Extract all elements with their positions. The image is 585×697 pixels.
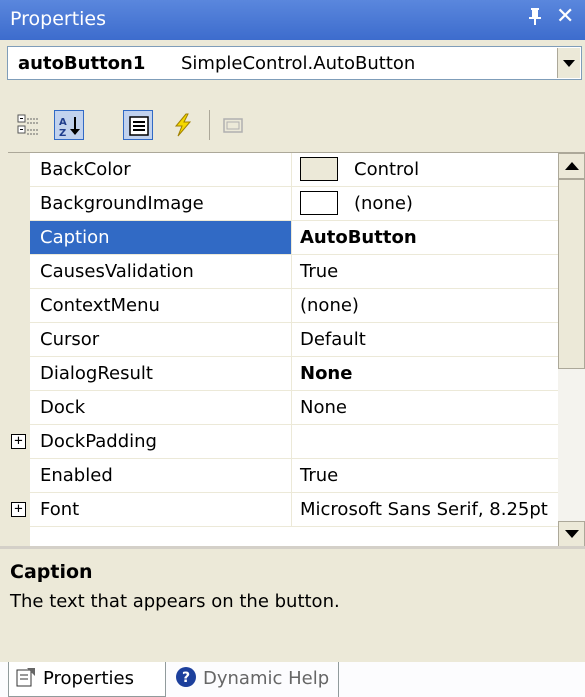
object-selector[interactable]: autoButton1 SimpleControl.AutoButton	[7, 46, 582, 80]
svg-text:Z: Z	[59, 128, 66, 138]
scroll-thumb[interactable]	[558, 179, 585, 369]
property-value-text: None	[300, 397, 347, 418]
property-value[interactable]: True	[292, 255, 558, 289]
property-name[interactable]: BackColor	[30, 153, 292, 187]
property-pages-icon[interactable]	[218, 110, 248, 140]
property-row[interactable]: Cursor Default	[8, 323, 558, 357]
property-value[interactable]: True	[292, 459, 558, 493]
svg-text:?: ?	[182, 670, 190, 686]
categorized-icon[interactable]	[14, 110, 44, 140]
property-value[interactable]	[292, 425, 558, 459]
events-icon[interactable]	[168, 110, 198, 140]
pin-icon[interactable]	[527, 6, 543, 31]
property-name[interactable]: CausesValidation	[30, 255, 292, 289]
title-bar: Properties ✕	[0, 0, 585, 40]
scroll-up-icon[interactable]	[558, 153, 585, 179]
property-row[interactable]: DialogResult None	[8, 357, 558, 391]
property-value[interactable]: (none)	[292, 187, 558, 221]
property-name[interactable]: DockPadding	[30, 425, 292, 459]
property-row[interactable]: Dock None	[8, 391, 558, 425]
window-title: Properties	[10, 8, 107, 30]
property-row[interactable]: BackgroundImage (none)	[8, 187, 558, 221]
color-swatch	[300, 156, 338, 181]
toolbar: A Z	[0, 84, 585, 152]
property-name[interactable]: DialogResult	[30, 357, 292, 391]
properties-tab-icon	[16, 668, 35, 687]
property-value[interactable]: (none)	[292, 289, 558, 323]
tab-strip: Properties ? Dynamic Help	[0, 662, 585, 697]
property-value-text: AutoButton	[300, 227, 417, 248]
property-value[interactable]: None	[292, 357, 558, 391]
property-name[interactable]: BackgroundImage	[30, 187, 292, 221]
property-name[interactable]: ContextMenu	[30, 289, 292, 323]
property-value-text: (none)	[354, 193, 413, 214]
property-value[interactable]: AutoButton	[292, 221, 558, 255]
tab-dynamic-help[interactable]: ? Dynamic Help	[169, 662, 339, 697]
property-value-text: True	[300, 261, 339, 282]
property-row[interactable]: ContextMenu (none)	[8, 289, 558, 323]
property-value[interactable]: Default	[292, 323, 558, 357]
property-row[interactable]: CausesValidation True	[8, 255, 558, 289]
tab-label: Properties	[43, 668, 134, 689]
help-icon: ?	[176, 667, 196, 687]
alphabetical-icon[interactable]: A Z	[54, 110, 84, 140]
tab-label: Dynamic Help	[203, 668, 330, 689]
object-name: autoButton1	[18, 53, 146, 74]
property-name[interactable]: Cursor	[30, 323, 292, 357]
scroll-down-icon[interactable]	[558, 521, 585, 547]
tab-properties[interactable]: Properties	[8, 662, 166, 697]
expand-icon[interactable]: +	[11, 434, 26, 449]
close-icon[interactable]: ✕	[556, 4, 574, 29]
expand-icon[interactable]: +	[11, 502, 26, 517]
toolbar-separator	[209, 110, 210, 140]
property-name[interactable]: Font	[30, 493, 292, 527]
property-value-text: (none)	[300, 295, 359, 316]
property-value[interactable]: Control	[292, 153, 558, 187]
property-row[interactable]: Caption AutoButton	[8, 221, 558, 255]
property-value-text: Microsoft Sans Serif, 8.25pt	[300, 499, 548, 520]
property-value-text: Control	[354, 159, 420, 180]
property-row[interactable]: BackColor Control	[8, 153, 558, 187]
property-value-text: True	[300, 465, 339, 486]
property-grid: BackColor Control BackgroundImage (none) Cap…	[8, 152, 585, 547]
object-type: SimpleControl.AutoButton	[181, 53, 416, 74]
description-title: Caption	[10, 561, 93, 583]
description-text: The text that appears on the button.	[10, 591, 340, 612]
svg-text:A: A	[59, 117, 67, 128]
description-panel: Caption The text that appears on the but…	[0, 546, 585, 661]
properties-icon[interactable]	[123, 110, 153, 140]
property-value[interactable]: None	[292, 391, 558, 425]
property-row[interactable]: + DockPadding	[8, 425, 558, 459]
property-row[interactable]: Enabled True	[8, 459, 558, 493]
property-value[interactable]: Microsoft Sans Serif, 8.25pt	[292, 493, 558, 527]
property-value-text: None	[300, 363, 353, 384]
chevron-down-icon[interactable]	[557, 48, 580, 78]
property-name[interactable]: Dock	[30, 391, 292, 425]
property-name[interactable]: Caption	[30, 221, 292, 255]
property-name[interactable]: Enabled	[30, 459, 292, 493]
property-value-text: Default	[300, 329, 366, 350]
color-swatch	[300, 190, 338, 215]
vertical-scrollbar[interactable]	[558, 153, 585, 547]
property-row[interactable]: + Font Microsoft Sans Serif, 8.25pt	[8, 493, 558, 527]
